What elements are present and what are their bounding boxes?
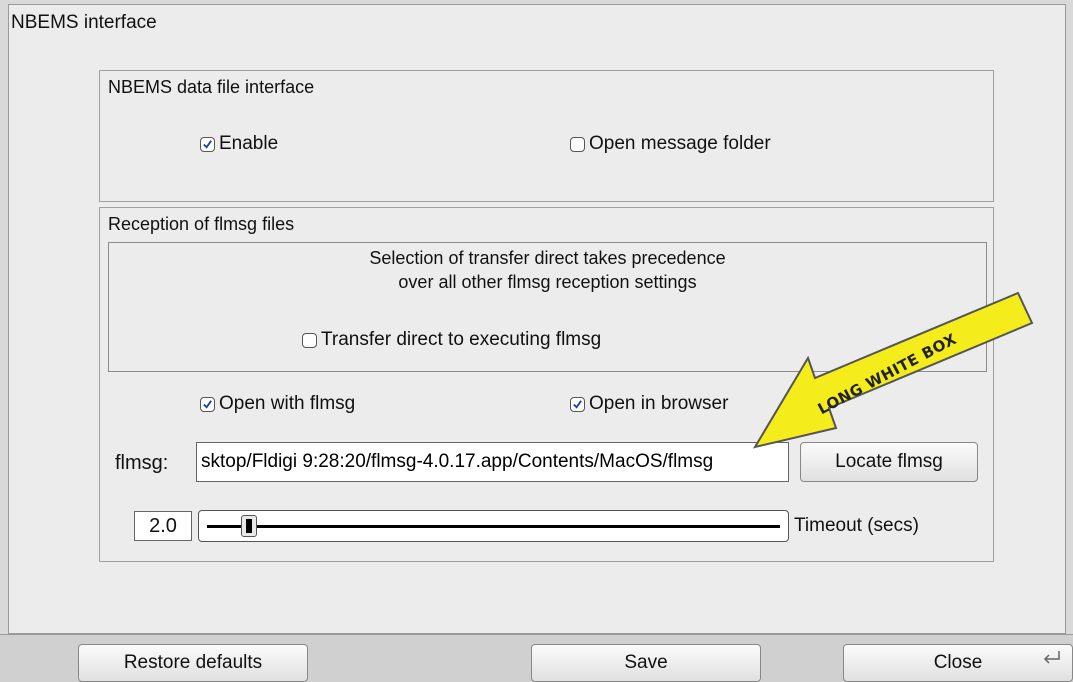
- checkmark-icon: [573, 399, 582, 409]
- locate-flmsg-button[interactable]: Locate flmsg: [800, 442, 978, 482]
- enable-check-box[interactable]: [200, 136, 215, 152]
- open-in-browser-check-box[interactable]: [570, 396, 585, 412]
- data-file-group: NBEMS data file interface Enable Open me…: [99, 70, 994, 202]
- slider-thumb[interactable]: [240, 515, 257, 537]
- checkmark-icon: [203, 399, 212, 409]
- transfer-direct-check-box[interactable]: [302, 332, 317, 348]
- open-message-folder-checkbox[interactable]: Open message folder: [570, 133, 771, 155]
- precedence-note-line2: over all other flmsg reception settings: [398, 272, 697, 292]
- button-bar: Restore defaults Save Close: [0, 634, 1073, 682]
- enable-label: Enable: [219, 133, 279, 154]
- checkmark-icon: [203, 139, 212, 149]
- open-message-folder-check-box[interactable]: [570, 136, 585, 152]
- open-with-flmsg-label: Open with flmsg: [219, 393, 356, 414]
- flmsg-path-input[interactable]: [196, 442, 789, 482]
- transfer-direct-panel: Selection of transfer direct takes prece…: [108, 242, 987, 372]
- flmsg-path-label: flmsg:: [115, 452, 169, 474]
- timeout-label: Timeout (secs): [794, 515, 919, 536]
- transfer-direct-checkbox[interactable]: Transfer direct to executing flmsg: [302, 329, 601, 351]
- open-with-flmsg-checkbox[interactable]: Open with flmsg: [200, 393, 355, 415]
- transfer-direct-label: Transfer direct to executing flmsg: [321, 329, 602, 350]
- timeout-slider[interactable]: [198, 510, 789, 542]
- return-key-icon: [1043, 651, 1060, 664]
- precedence-note-line1: Selection of transfer direct takes prece…: [369, 248, 726, 268]
- open-with-flmsg-check-box[interactable]: [200, 396, 215, 412]
- open-message-folder-label: Open message folder: [589, 133, 771, 154]
- save-button[interactable]: Save: [531, 644, 761, 682]
- open-in-browser-checkbox[interactable]: Open in browser: [570, 393, 728, 415]
- slider-track: [207, 525, 780, 528]
- window-title: NBEMS interface: [11, 12, 157, 33]
- enable-checkbox[interactable]: Enable: [200, 133, 278, 155]
- close-button[interactable]: Close: [843, 644, 1073, 682]
- timeout-value-field[interactable]: 2.0: [134, 511, 192, 541]
- data-file-group-title: NBEMS data file interface: [108, 77, 315, 97]
- restore-defaults-button[interactable]: Restore defaults: [78, 644, 308, 682]
- reception-group-title: Reception of flmsg files: [108, 214, 295, 234]
- open-in-browser-label: Open in browser: [589, 393, 729, 414]
